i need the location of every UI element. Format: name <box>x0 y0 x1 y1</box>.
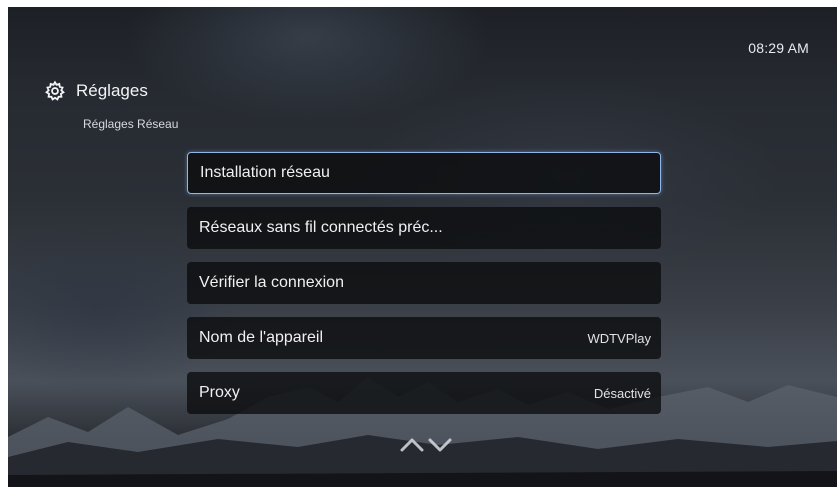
chevron-down-icon[interactable] <box>428 438 452 452</box>
gear-icon <box>45 80 65 101</box>
menu-item-installation-reseau[interactable]: Installation réseau <box>187 152 661 194</box>
menu-item-value: Désactivé <box>593 385 651 401</box>
chevron-up-icon[interactable] <box>400 438 424 452</box>
menu-item-label: Nom de l'appareil <box>199 329 324 346</box>
breadcrumb-subtitle: Réglages Réseau <box>83 117 179 131</box>
menu-item-label: Installation réseau <box>200 164 330 181</box>
page-header: Réglages <box>44 80 148 102</box>
scroll-indicator[interactable] <box>396 432 456 456</box>
menu-item-reseaux-sans-fil[interactable]: Réseaux sans fil connectés préc... <box>187 207 661 249</box>
clock: 08:29 AM <box>748 40 809 56</box>
menu-item-verifier-connexion[interactable]: Vérifier la connexion <box>187 262 661 304</box>
menu-item-label: Réseaux sans fil connectés préc... <box>199 219 443 236</box>
menu-item-label: Vérifier la connexion <box>199 274 344 291</box>
menu-item-value: WDTVPlay <box>587 330 651 346</box>
menu-item-proxy[interactable]: Proxy Désactivé <box>187 372 661 414</box>
page-title: Réglages <box>76 81 148 100</box>
settings-menu: Installation réseau Réseaux sans fil con… <box>187 152 661 427</box>
menu-item-nom-appareil[interactable]: Nom de l'appareil WDTVPlay <box>187 317 661 359</box>
menu-item-label: Proxy <box>199 384 240 401</box>
